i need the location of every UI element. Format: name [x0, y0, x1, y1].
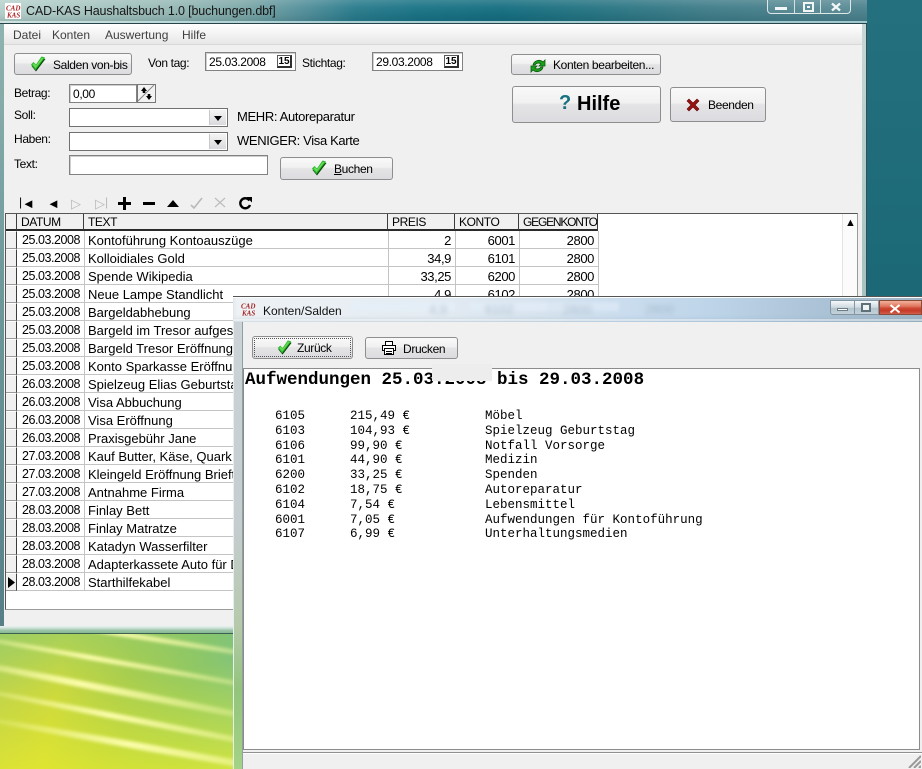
svg-text:KAS: KAS: [6, 12, 20, 20]
svg-text:KAS: KAS: [241, 310, 255, 318]
